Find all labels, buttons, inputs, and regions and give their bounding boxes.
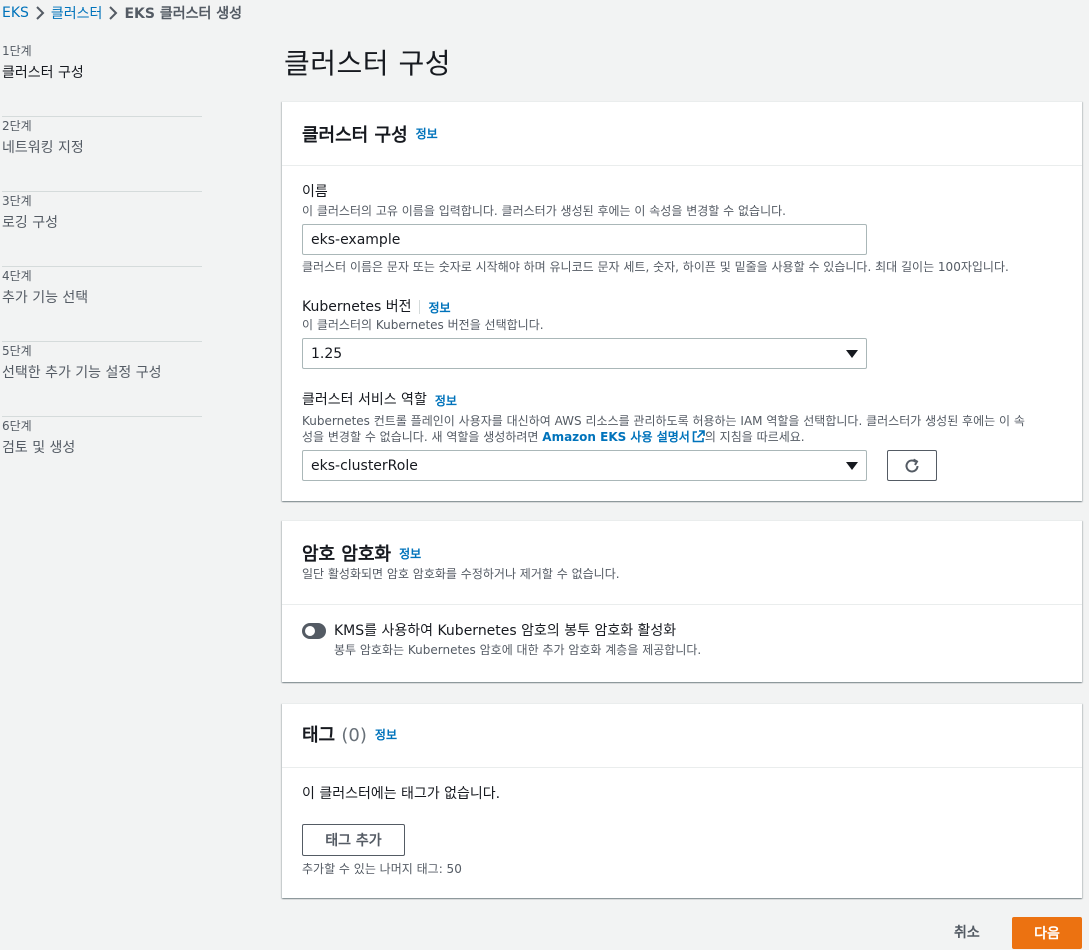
divider: [282, 604, 1082, 605]
add-tag-button[interactable]: 태그 추가: [302, 824, 405, 856]
tags-panel: 태그 (0) 정보 이 클러스터에는 태그가 없습니다. 태그 추가 추가할 수…: [282, 703, 1082, 898]
role-description-prefix: 성을 변경할 수 없습니다. 새 역할을 생성하려면: [302, 430, 543, 444]
caret-down-icon: [846, 349, 858, 358]
step-title: 로깅 구성: [2, 215, 58, 231]
next-button[interactable]: 다음: [1012, 917, 1082, 949]
step-number: 3단계: [2, 194, 32, 208]
name-constraint: 클러스터 이름은 문자 또는 숫자로 시작해야 하며 유니코드 문자 세트, 숫…: [302, 260, 1009, 274]
name-description: 이 클러스터의 고유 이름을 입력합니다. 클러스터가 생성된 후에는 이 속성…: [302, 204, 786, 218]
step-number: 5단계: [2, 344, 32, 358]
version-description: 이 클러스터의 Kubernetes 버전을 선택합니다.: [302, 318, 544, 332]
breadcrumb-eks-link[interactable]: EKS: [2, 5, 29, 21]
chevron-right-icon: [29, 4, 51, 22]
wizard-step-2: 2단계 네트워킹 지정: [2, 117, 202, 192]
version-label: Kubernetes 버전: [302, 299, 412, 315]
breadcrumb: EKS 클러스터 EKS 클러스터 생성: [2, 3, 242, 23]
divider: [282, 767, 1082, 768]
external-link-icon: [692, 430, 705, 443]
step-number: 2단계: [2, 119, 32, 133]
info-link[interactable]: 정보: [399, 545, 421, 562]
remaining-tags-text: 추가할 수 있는 나머지 태그: 50: [302, 862, 462, 876]
panel-title: 클러스터 구성: [302, 124, 408, 146]
step-title: 선택한 추가 기능 설정 구성: [2, 365, 162, 381]
role-description-suffix: 의 지침을 따르세요.: [704, 430, 805, 444]
cluster-role-select[interactable]: eks-clusterRole: [302, 450, 867, 481]
divider: [419, 300, 421, 314]
toggle-description: 봉투 암호화는 Kubernetes 암호에 대한 추가 암호화 계층을 제공합…: [334, 643, 702, 657]
selected-value: eks-clusterRole: [311, 457, 418, 474]
toggle-knob: [305, 626, 315, 636]
wizard-step-5: 5단계 선택한 추가 기능 설정 구성: [2, 342, 202, 417]
refresh-roles-button[interactable]: [887, 450, 937, 481]
step-title: 검토 및 생성: [2, 440, 76, 456]
panel-header: 암호 암호화 정보: [302, 540, 421, 566]
info-link[interactable]: 정보: [428, 299, 450, 316]
step-number: 6단계: [2, 419, 32, 433]
wizard-step-6: 6단계 검토 및 생성: [2, 417, 202, 492]
version-label-row: Kubernetes 버전 정보: [302, 298, 451, 316]
toggle-label: KMS를 사용하여 Kubernetes 암호의 봉투 암호화 활성화: [334, 623, 677, 639]
step-title: 클러스터 구성: [2, 65, 84, 81]
tags-count: (0): [341, 725, 367, 746]
info-link[interactable]: 정보: [375, 726, 397, 743]
breadcrumb-clusters-link[interactable]: 클러스터: [51, 3, 103, 23]
cluster-name-input[interactable]: eks-example: [302, 224, 867, 255]
breadcrumb-current: EKS 클러스터 생성: [124, 6, 242, 22]
step-title: 추가 기능 선택: [2, 290, 89, 306]
wizard-steps: 1단계 클러스터 구성 2단계 네트워킹 지정 3단계 로깅 구성 4단계 추가…: [2, 42, 202, 492]
role-label-row: 클러스터 서비스 역할 정보: [302, 391, 457, 409]
panel-header: 클러스터 구성 정보: [282, 102, 1082, 166]
cancel-button[interactable]: 취소: [954, 922, 980, 942]
encryption-description: 일단 활성화되면 암호 암호화를 수정하거나 제거할 수 없습니다.: [302, 567, 620, 581]
kms-encryption-toggle[interactable]: [302, 623, 326, 639]
panel-header: 태그 (0) 정보: [302, 721, 397, 747]
wizard-step-1: 1단계 클러스터 구성: [2, 42, 202, 117]
role-label: 클러스터 서비스 역할: [302, 392, 427, 408]
info-link[interactable]: 정보: [416, 125, 438, 142]
step-title: 네트워킹 지정: [2, 140, 84, 156]
no-tags-text: 이 클러스터에는 태그가 없습니다.: [302, 786, 501, 802]
page-title: 클러스터 구성: [284, 47, 451, 80]
name-label: 이름: [302, 184, 328, 200]
role-description: Kubernetes 컨트롤 플레인이 사용자를 대신하여 AWS 리소스를 관…: [302, 413, 1072, 445]
eks-user-guide-link[interactable]: Amazon EKS 사용 설명서: [542, 430, 690, 444]
panel-title: 암호 암호화: [302, 544, 392, 565]
wizard-step-4: 4단계 추가 기능 선택: [2, 267, 202, 342]
selected-value: 1.25: [311, 345, 343, 362]
wizard-step-3: 3단계 로깅 구성: [2, 192, 202, 267]
panel-title: 태그 (0): [302, 721, 367, 747]
refresh-icon: [905, 458, 919, 472]
caret-down-icon: [846, 461, 858, 470]
tags-title: 태그: [302, 725, 336, 746]
step-number: 1단계: [2, 44, 32, 58]
role-description-line2: 성을 변경할 수 없습니다. 새 역할을 생성하려면 Amazon EKS 사용…: [302, 429, 1072, 445]
kubernetes-version-select[interactable]: 1.25: [302, 338, 867, 369]
info-link[interactable]: 정보: [435, 392, 457, 409]
role-description-line1: Kubernetes 컨트롤 플레인이 사용자를 대신하여 AWS 리소스를 관…: [302, 414, 1025, 428]
chevron-right-icon: [102, 4, 124, 22]
cluster-config-panel: 클러스터 구성 정보 이름 이 클러스터의 고유 이름을 입력합니다. 클러스터…: [282, 101, 1082, 501]
secrets-encryption-panel: 암호 암호화 정보 일단 활성화되면 암호 암호화를 수정하거나 제거할 수 없…: [282, 520, 1082, 682]
step-number: 4단계: [2, 269, 32, 283]
